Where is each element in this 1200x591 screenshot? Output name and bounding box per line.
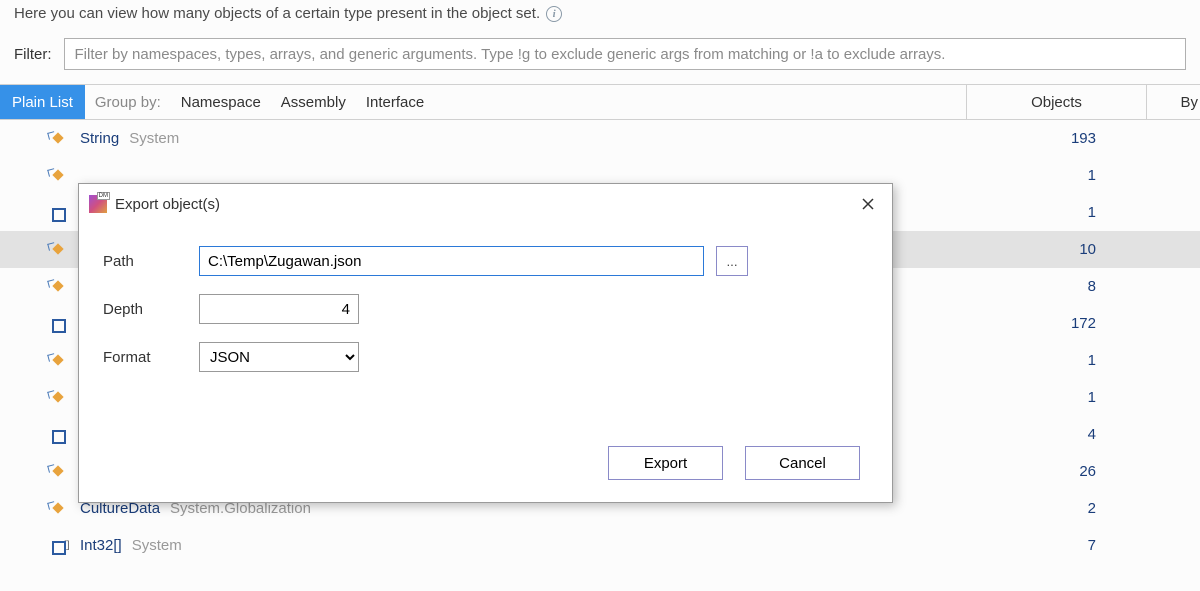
class-icon <box>48 243 66 257</box>
object-count: 2 <box>966 500 1146 517</box>
object-count: 1 <box>966 389 1146 406</box>
type-name: String <box>76 130 119 147</box>
browse-button[interactable]: ... <box>716 246 748 276</box>
class-icon <box>48 465 66 479</box>
format-select[interactable]: JSON <box>199 342 359 372</box>
description-bar: Here you can view how many objects of a … <box>0 0 1200 32</box>
cancel-button[interactable]: Cancel <box>745 446 860 480</box>
table-row[interactable]: StringSystem 193 <box>0 120 1200 157</box>
class-icon <box>48 132 66 146</box>
path-input[interactable] <box>199 246 704 276</box>
tab-plain-list[interactable]: Plain List <box>0 85 85 119</box>
column-objects-header[interactable]: Objects <box>966 85 1146 119</box>
depth-input[interactable] <box>199 294 359 324</box>
group-by-assembly[interactable]: Assembly <box>271 85 356 119</box>
object-count: 4 <box>966 426 1146 443</box>
depth-label: Depth <box>103 301 199 318</box>
column-bytes-header[interactable]: By <box>1146 85 1200 119</box>
dotmemory-icon <box>89 195 107 213</box>
object-count: 8 <box>966 278 1146 295</box>
struct-icon <box>48 206 66 220</box>
class-icon <box>48 391 66 405</box>
struct-icon <box>48 428 66 442</box>
filter-row: Filter: <box>0 32 1200 84</box>
format-label: Format <box>103 349 199 366</box>
export-dialog: Export object(s) Path ... Depth Format J… <box>78 183 893 503</box>
dialog-title: Export object(s) <box>115 196 854 213</box>
object-count: 1 <box>966 352 1146 369</box>
dialog-titlebar: Export object(s) <box>79 184 892 224</box>
table-row[interactable]: []Int32[]System7 <box>0 527 1200 564</box>
struct-icon <box>48 317 66 331</box>
close-icon[interactable] <box>854 190 882 218</box>
class-icon <box>48 354 66 368</box>
class-icon <box>48 169 66 183</box>
path-label: Path <box>103 253 199 270</box>
object-count: 1 <box>966 204 1146 221</box>
object-count: 26 <box>966 463 1146 480</box>
group-by-namespace[interactable]: Namespace <box>171 85 271 119</box>
type-name: Int32[] <box>76 537 122 554</box>
group-by-interface[interactable]: Interface <box>356 85 434 119</box>
object-count: 10 <box>966 241 1146 258</box>
type-namespace: System <box>122 537 182 554</box>
class-icon <box>48 280 66 294</box>
group-by-label: Group by: <box>85 85 171 119</box>
object-count: 1 <box>966 167 1146 184</box>
type-namespace: System <box>119 130 179 147</box>
object-count: 193 <box>966 130 1146 147</box>
filter-input[interactable] <box>64 38 1187 70</box>
info-icon[interactable]: i <box>546 6 562 22</box>
export-button[interactable]: Export <box>608 446 723 480</box>
class-icon <box>48 502 66 516</box>
filter-label: Filter: <box>14 46 52 63</box>
toolbar: Plain List Group by: Namespace Assembly … <box>0 84 1200 120</box>
struct-icon <box>48 539 66 553</box>
object-count: 172 <box>966 315 1146 332</box>
description-text: Here you can view how many objects of a … <box>14 5 540 22</box>
object-count: 7 <box>966 537 1146 554</box>
